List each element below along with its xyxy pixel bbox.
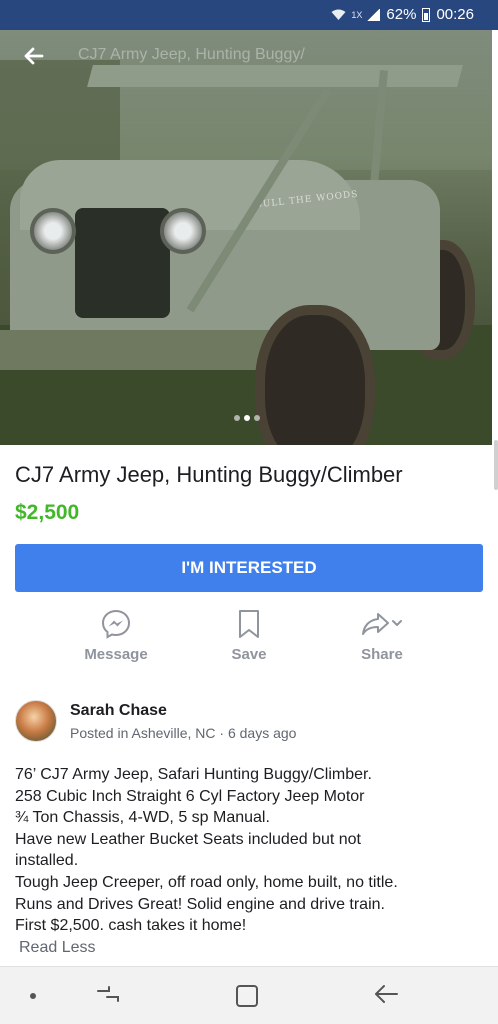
back-icon[interactable] <box>372 981 400 1007</box>
description-line: Tough Jeep Creeper, off road only, home … <box>15 873 398 891</box>
listing-price: $2,500 <box>15 501 80 524</box>
description-line: installed. <box>15 852 79 870</box>
save-button[interactable]: Save <box>199 606 299 663</box>
action-row: Message Save Share <box>0 606 498 676</box>
pagination-dot[interactable] <box>254 415 260 421</box>
share-button[interactable]: Share <box>332 606 432 663</box>
description-line: ¾ Ton Chassis, 4-WD, 5 sp Manual. <box>15 809 270 827</box>
battery-percent: 62% <box>386 6 417 23</box>
save-label: Save <box>231 646 267 663</box>
read-less-link[interactable]: Read Less <box>19 939 96 957</box>
message-button[interactable]: Message <box>66 606 166 663</box>
nav-dot-icon[interactable] <box>30 993 36 999</box>
scrollbar[interactable] <box>494 440 498 490</box>
listing-description: 76’ CJ7 Army Jeep, Safari Hunting Buggy/… <box>15 764 485 937</box>
status-bar: 1X 62% 00:26 <box>0 0 498 30</box>
avatar[interactable] <box>15 700 57 742</box>
post-meta: Posted in Asheville, NC · 6 days ago <box>70 725 297 741</box>
photo-title-overlay: CJ7 Army Jeep, Hunting Buggy/ <box>78 46 305 63</box>
interested-button[interactable]: I'M INTERESTED <box>15 544 483 592</box>
jeep-bumper <box>0 330 300 370</box>
battery-icon <box>422 7 431 22</box>
back-arrow-icon[interactable] <box>22 44 50 72</box>
signal-icon <box>367 8 381 21</box>
jeep-grille <box>75 208 170 318</box>
share-icon <box>332 606 432 642</box>
pagination-dot[interactable] <box>234 415 240 421</box>
wifi-icon <box>331 9 346 20</box>
status-indicators: 1X 62% 00:26 <box>331 6 474 23</box>
seller-name[interactable]: Sarah Chase <box>70 702 167 720</box>
messenger-icon <box>66 606 166 642</box>
clock: 00:26 <box>436 6 474 23</box>
status-icons: 1X <box>331 8 381 21</box>
share-label: Share <box>361 646 403 663</box>
description-line: First $2,500. cash takes it home! <box>15 917 247 935</box>
jeep-roll-bar <box>87 65 463 87</box>
pagination-dot-active[interactable] <box>244 415 250 421</box>
photo-pagination <box>234 415 260 421</box>
description-line: 258 Cubic Inch Straight 6 Cyl Factory Je… <box>15 787 365 805</box>
recent-apps-icon[interactable] <box>95 983 121 1005</box>
jeep-headlight-right <box>160 208 206 254</box>
jeep-front-tire <box>255 305 375 445</box>
jeep-headlight-left <box>30 208 76 254</box>
network-badge: 1X <box>351 9 363 20</box>
description-line: Runs and Drives Great! Solid engine and … <box>15 895 385 913</box>
home-icon[interactable] <box>236 985 258 1007</box>
description-line: 76’ CJ7 Army Jeep, Safari Hunting Buggy/… <box>15 766 372 783</box>
listing-photo[interactable]: BULL THE WOODS CJ7 Army Jeep, Hunting Bu… <box>0 30 492 445</box>
message-label: Message <box>84 646 148 663</box>
system-nav-bar <box>0 966 498 1024</box>
listing-title: CJ7 Army Jeep, Hunting Buggy/Climber <box>15 462 403 487</box>
bookmark-icon <box>199 606 299 642</box>
description-line: Have new Leather Bucket Seats included b… <box>15 830 361 848</box>
seller-info[interactable]: Sarah Chase Posted in Asheville, NC · 6 … <box>15 700 485 746</box>
